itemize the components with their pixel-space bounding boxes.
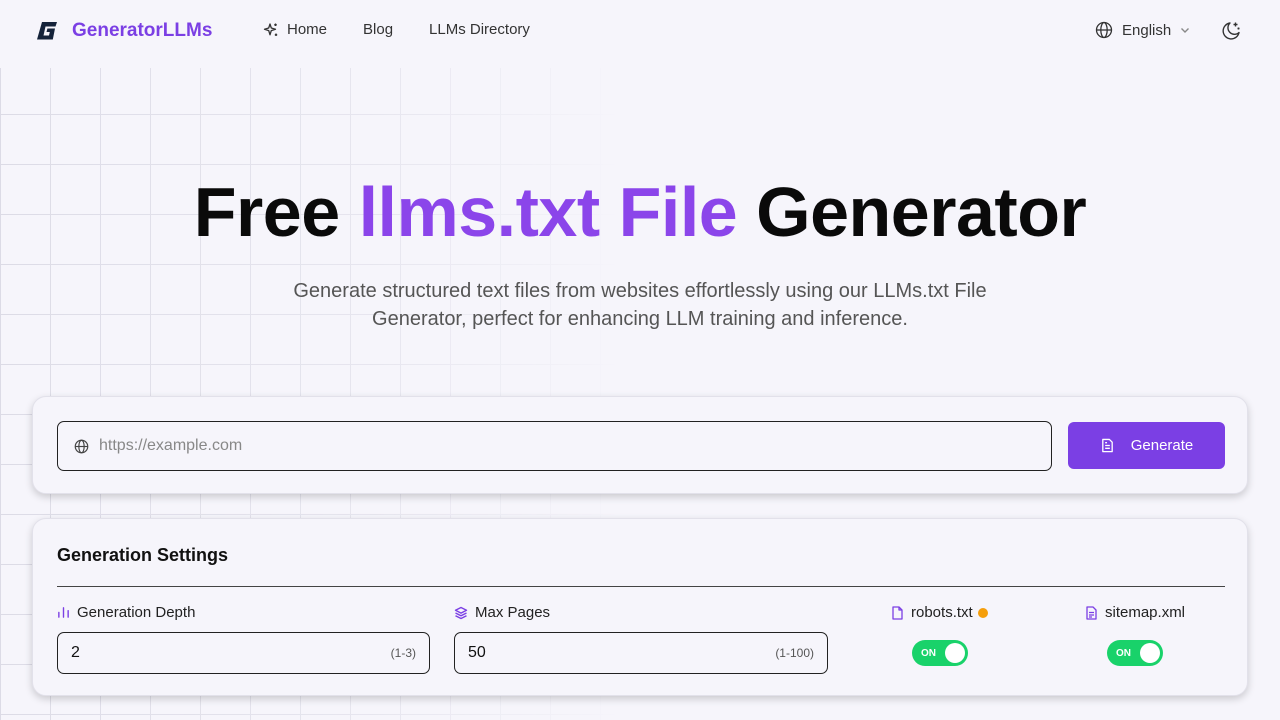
- file-icon: [891, 605, 904, 620]
- layers-icon: [454, 606, 468, 620]
- max-pages-field[interactable]: (1-100): [454, 632, 828, 674]
- generate-button[interactable]: Generate: [1068, 422, 1225, 469]
- depth-hint: (1-3): [390, 646, 416, 660]
- language-label: English: [1122, 21, 1172, 39]
- sitemap-label: sitemap.xml: [1085, 604, 1185, 621]
- max-pages-hint: (1-100): [775, 646, 814, 660]
- brand-name: GeneratorLLMs: [72, 20, 213, 41]
- robots-toggle[interactable]: ON: [912, 640, 968, 666]
- toggle-knob: [1140, 643, 1160, 663]
- file-list-icon: [1085, 605, 1098, 620]
- site-header: GeneratorLLMs Home Blog LLMs Directory E…: [0, 0, 1280, 64]
- brand-logo[interactable]: GeneratorLLMs: [36, 20, 212, 42]
- depth-field[interactable]: (1-3): [57, 632, 430, 674]
- url-input[interactable]: [99, 437, 1019, 455]
- depth-input[interactable]: [71, 644, 391, 662]
- hero-title: Free llms.txt File Generator: [0, 172, 1280, 252]
- g-logo-icon: [36, 20, 58, 42]
- url-input-wrapper[interactable]: [57, 421, 1052, 471]
- sitemap-toggle-label: ON: [1116, 647, 1131, 659]
- url-form-card: Generate: [32, 396, 1248, 494]
- globe-icon: [1095, 21, 1113, 39]
- info-dot-icon[interactable]: [977, 607, 988, 618]
- hero-subtitle: Generate structured text files from webs…: [293, 280, 987, 330]
- bar-chart-icon: [57, 606, 70, 619]
- max-pages-label-text: Max Pages: [475, 604, 551, 621]
- nav-llms-directory[interactable]: LLMs Directory: [429, 21, 530, 38]
- globe-icon: [74, 439, 89, 454]
- settings-card: Generation Settings Generation Depth (1-…: [32, 518, 1248, 696]
- robots-label: robots.txt: [891, 604, 988, 621]
- nav-llms-directory-label: LLMs Directory: [429, 21, 530, 38]
- nav-blog[interactable]: Blog: [363, 21, 393, 38]
- nav-home[interactable]: Home: [263, 21, 327, 38]
- robots-label-text: robots.txt: [911, 604, 973, 621]
- file-text-icon: [1100, 438, 1115, 453]
- language-selector[interactable]: English: [1095, 21, 1191, 39]
- main-nav: Home Blog LLMs Directory: [263, 21, 566, 38]
- sitemap-label-text: sitemap.xml: [1105, 604, 1186, 621]
- sparkle-icon: [263, 22, 279, 38]
- chevron-down-icon: [1179, 24, 1191, 36]
- hero-title-accent: llms.txt File: [358, 173, 738, 251]
- generate-button-label: Generate: [1130, 437, 1194, 454]
- sitemap-toggle[interactable]: ON: [1107, 640, 1163, 666]
- hero-title-post: Generator: [756, 173, 1087, 251]
- nav-blog-label: Blog: [363, 21, 394, 38]
- max-pages-label: Max Pages: [454, 604, 550, 621]
- divider: [57, 586, 1225, 587]
- depth-label: Generation Depth: [57, 604, 195, 621]
- nav-home-label: Home: [287, 21, 328, 38]
- settings-title: Generation Settings: [57, 545, 229, 565]
- toggle-knob: [945, 643, 965, 663]
- depth-label-text: Generation Depth: [77, 604, 196, 621]
- moon-stars-icon[interactable]: [1220, 20, 1242, 42]
- hero-title-pre: Free: [193, 173, 340, 251]
- robots-toggle-label: ON: [921, 647, 936, 659]
- max-pages-input[interactable]: [468, 644, 776, 662]
